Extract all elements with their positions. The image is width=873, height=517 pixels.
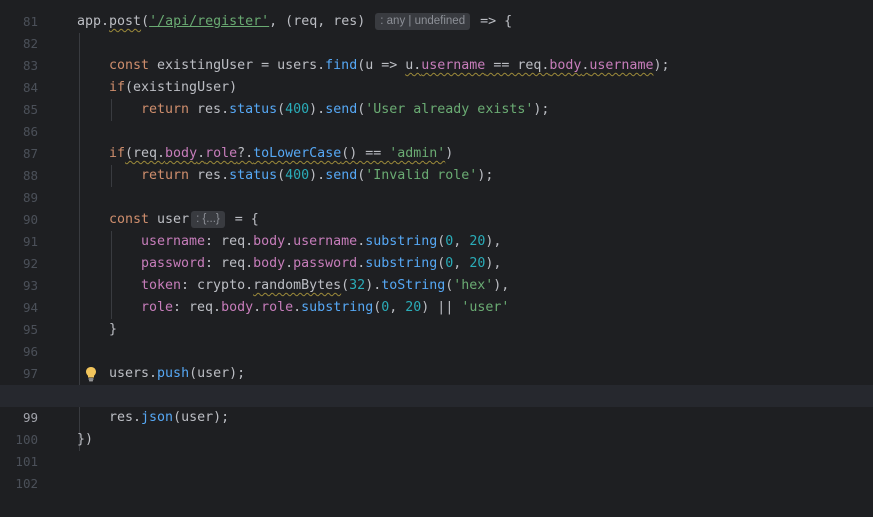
code-line[interactable]: 82 app.post('/api/register', (req, res) … [0, 11, 873, 51]
current-line[interactable]: 99 [0, 385, 873, 425]
code-text[interactable]: }) [77, 429, 93, 451]
code-text[interactable]: token: crypto.randomBytes(32).toString('… [141, 275, 509, 297]
code-text[interactable]: return res.status(400).send('User alread… [141, 99, 549, 121]
code-text[interactable]: username: req.body.username.substring(0,… [141, 231, 501, 253]
code-line[interactable]: 88 if(req.body.role?.toLowerCase() == 'a… [0, 143, 873, 183]
type-inlay-hint[interactable]: : any | undefined [375, 13, 471, 30]
code-line[interactable]: 95 role: req.body.role.substring(0, 20) … [0, 297, 873, 337]
code-line[interactable]: 83 [0, 33, 873, 73]
code-line[interactable]: 91 const user: {...} = { [0, 209, 873, 249]
code-line[interactable]: 96 } [0, 319, 873, 359]
code-text[interactable]: res.json(user); [109, 407, 229, 429]
code-line[interactable]: 94 token: crypto.randomBytes(32).toStrin… [0, 275, 873, 315]
code-line[interactable]: 97 [0, 341, 873, 381]
line-number: 102 [15, 476, 38, 491]
code-text[interactable]: const existingUser = users.find(u => u.u… [109, 55, 669, 77]
code-line[interactable]: 85 if(existingUser) [0, 77, 873, 117]
code-text[interactable]: password: req.body.password.substring(0,… [141, 253, 501, 275]
code-text[interactable]: app.post('/api/register', (req, res) : a… [77, 11, 512, 33]
code-line[interactable]: 90 [0, 187, 873, 227]
code-editor[interactable]: 81 82 app.post('/api/register', (req, re… [0, 0, 873, 491]
code-text[interactable]: users.push(user); [109, 363, 245, 385]
code-line[interactable]: 101 }) [0, 429, 873, 469]
lightbulb-icon[interactable] [84, 363, 98, 385]
code-line[interactable]: 92 username: req.body.username.substring… [0, 231, 873, 271]
code-text[interactable]: if(existingUser) [109, 77, 237, 99]
code-line[interactable]: 98 users.push(user); [0, 363, 873, 403]
code-text[interactable]: if(req.body.role?.toLowerCase() == 'admi… [109, 143, 453, 165]
code-line[interactable]: 86 return res.status(400).send('User alr… [0, 99, 873, 139]
code-text[interactable]: } [109, 319, 117, 341]
code-line[interactable]: 102 [0, 451, 873, 491]
code-line[interactable]: 93 password: req.body.password.substring… [0, 253, 873, 293]
code-line[interactable]: 81 [0, 0, 873, 29]
code-line[interactable]: 87 [0, 121, 873, 161]
code-line[interactable]: 100 res.json(user); [0, 407, 873, 447]
code-text[interactable]: role: req.body.role.substring(0, 20) || … [141, 297, 509, 319]
code-line[interactable]: 84 const existingUser = users.find(u => … [0, 55, 873, 95]
code-text[interactable]: return res.status(400).send('Invalid rol… [141, 165, 493, 187]
route-string-link[interactable]: '/api/register' [149, 14, 269, 29]
code-text[interactable]: const user: {...} = { [109, 209, 259, 231]
type-inlay-hint[interactable]: : {...} [191, 211, 225, 228]
code-line[interactable]: 89 return res.status(400).send('Invalid … [0, 165, 873, 205]
